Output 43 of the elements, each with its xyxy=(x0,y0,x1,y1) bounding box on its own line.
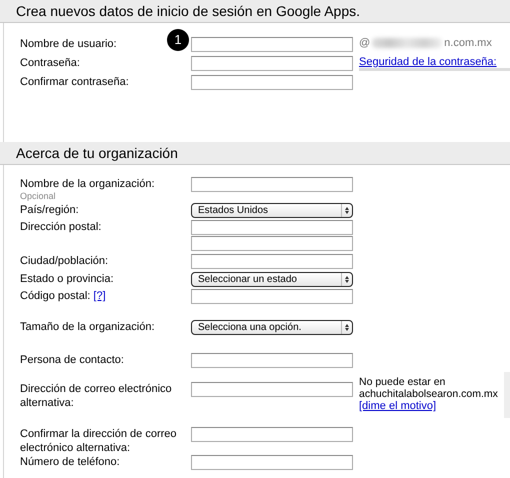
dropdown[interactable]: Estados Unidos xyxy=(191,203,353,218)
field-label: Estado o provincia: xyxy=(20,272,114,286)
field-label: Dirección postal: xyxy=(20,220,102,234)
text-field[interactable] xyxy=(191,236,353,251)
password-strength-link[interactable]: Seguridad de la contraseña: xyxy=(359,56,497,68)
field-label: Contraseña: xyxy=(20,56,80,70)
stepper-arrows-icon xyxy=(341,321,352,334)
stepper-arrows-icon xyxy=(341,273,352,286)
text-field[interactable] xyxy=(191,427,353,442)
help-link[interactable]: [?] xyxy=(93,290,106,302)
text-field[interactable] xyxy=(191,455,353,470)
field-label: Tamaño de la organización: xyxy=(20,320,155,334)
text-field[interactable] xyxy=(191,254,353,269)
side-note: No puede estar en achuchitalabolsearon.com.mx xyxy=(359,376,499,400)
field-label: Código postal: [?] xyxy=(20,289,106,303)
field-label: Confirmar la dirección de correo electrónico alternativa: xyxy=(20,427,178,455)
at-sign: @ xyxy=(359,37,370,49)
text-field[interactable] xyxy=(191,382,353,397)
field-label: País/región: xyxy=(20,203,79,217)
text-field[interactable] xyxy=(191,177,353,192)
field-label: Nombre de usuario: xyxy=(20,37,117,51)
field-label: Confirmar contraseña: xyxy=(20,75,129,89)
field-label: Dirección de correo electrónico alternativa: xyxy=(20,382,173,410)
dropdown[interactable]: Seleccionar un estado xyxy=(191,272,353,287)
field-label: Número de teléfono: xyxy=(20,455,120,469)
domain-suffix: n.com.mx xyxy=(444,37,492,49)
reason-link[interactable]: [dime el motivo] xyxy=(359,400,436,412)
step-badge: 1 xyxy=(167,29,189,51)
field-label: Nombre de la organización: xyxy=(20,177,155,191)
dropdown[interactable]: Selecciona una opción. xyxy=(191,320,353,335)
section-header: Crea nuevos datos de inicio de sesión en Google Apps. xyxy=(0,0,510,23)
text-field[interactable] xyxy=(191,353,353,368)
blurred-text xyxy=(372,38,442,48)
text-field[interactable] xyxy=(191,220,353,235)
optional-note: Opcional xyxy=(20,191,56,202)
text-field[interactable] xyxy=(191,56,353,71)
section-header: Acerca de tu organización xyxy=(0,142,510,165)
stepper-arrows-icon xyxy=(341,204,352,217)
text-field[interactable] xyxy=(191,289,353,304)
field-label: Ciudad/población: xyxy=(20,254,108,268)
text-field[interactable] xyxy=(191,37,353,52)
text-field[interactable] xyxy=(191,75,353,90)
field-label: Persona de contacto: xyxy=(20,353,124,367)
